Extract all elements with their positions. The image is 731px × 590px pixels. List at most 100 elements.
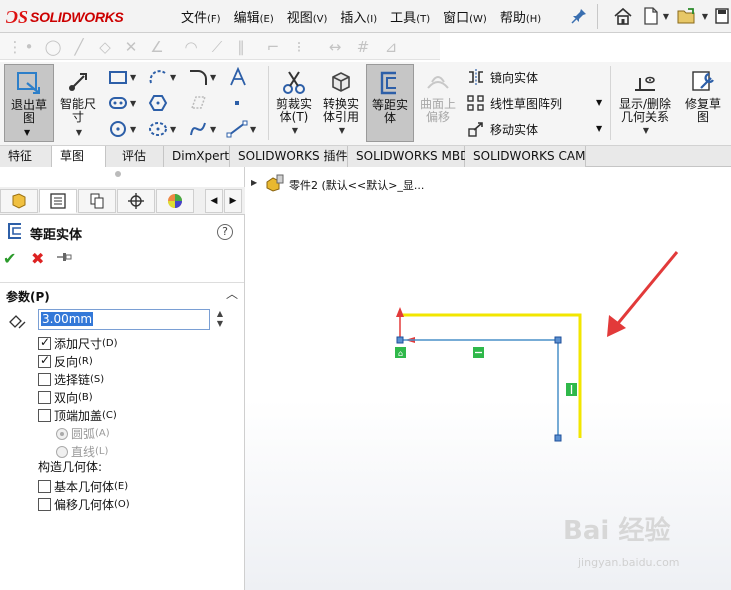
base-geometry-checkbox[interactable] [38, 480, 51, 493]
exit-sketch-dropdown-icon[interactable]: ▼ [24, 128, 30, 137]
add-dimensions-checkbox[interactable] [38, 335, 51, 350]
centerline-icon[interactable]: ✕ [122, 38, 140, 56]
rectangle-tool[interactable]: ▼ [108, 66, 136, 88]
help-icon[interactable]: ? [217, 224, 233, 240]
offset-distance-input[interactable]: 3.00mm [38, 309, 210, 330]
option-bidirectional[interactable]: 双向 (B) [38, 389, 93, 406]
smart-dimension-dropdown-icon[interactable]: ▼ [76, 126, 82, 139]
tab-display-manager[interactable] [156, 189, 194, 213]
convert-entities-button[interactable]: 转换实体引用 ▼ [318, 64, 364, 142]
convert-dropdown-icon[interactable]: ▼ [339, 124, 345, 137]
menu-tools[interactable]: 工具(T) [385, 7, 435, 26]
scroll-tabs-right[interactable]: ▶ [224, 189, 242, 213]
new-dropdown-icon[interactable]: ▼ [659, 5, 671, 27]
offset-spinner[interactable]: ▲ ▼ [214, 309, 226, 331]
option-select-chain[interactable]: 选择链 (S) [38, 371, 104, 388]
scroll-tabs-left[interactable]: ◀ [205, 189, 223, 213]
tangent-line-icon[interactable]: ⟋ [208, 38, 226, 56]
tab-configuration-manager[interactable] [78, 189, 116, 213]
slot-tool[interactable]: ▼ [108, 92, 136, 114]
line-icon[interactable]: ╱ [70, 38, 88, 56]
cap-line-radio[interactable] [56, 445, 68, 458]
circle-icon[interactable]: ◯ [44, 38, 62, 56]
construction-icon[interactable]: ⁝ [290, 38, 308, 56]
move-dropdown-icon[interactable]: ▼ [596, 124, 602, 133]
panel-resize-grip[interactable] [115, 171, 121, 177]
option-add-dimensions[interactable]: 添加尺寸(D) [38, 335, 118, 352]
menu-window[interactable]: 窗口(W) [438, 7, 492, 26]
tab-feature-tree[interactable] [0, 189, 38, 213]
text-tool[interactable] [228, 66, 248, 88]
angle-dim-icon[interactable]: ⊿ [382, 38, 400, 56]
home-icon[interactable] [612, 5, 634, 27]
bidirectional-checkbox[interactable] [38, 391, 51, 404]
save-icon[interactable] [714, 5, 730, 27]
trim-dropdown-icon[interactable]: ▼ [292, 124, 298, 137]
menu-file[interactable]: 文件(F) [176, 7, 226, 26]
open-folder-icon[interactable] [676, 5, 698, 27]
arc-tool[interactable]: ▼ [148, 66, 176, 88]
point-icon[interactable]: • [20, 38, 38, 56]
sketch-corner-point[interactable] [554, 336, 562, 344]
show-delete-relations-button[interactable]: 显示/删除几何关系 ▼ [614, 64, 676, 142]
sketch-endpoint[interactable] [554, 434, 562, 442]
spline-tool[interactable]: ▼ [188, 118, 216, 140]
pin-menu-icon[interactable] [570, 7, 588, 25]
cancel-button[interactable]: ✖ [31, 249, 44, 268]
polygon-icon[interactable]: ◇ [96, 38, 114, 56]
option-cap-ends[interactable]: 顶端加盖 (C) [38, 407, 117, 424]
point-tool[interactable] [230, 92, 244, 114]
option-base-geometry[interactable]: 基本几何体 (E) [38, 478, 128, 495]
graphics-area[interactable]: ▶ 零件2 (默认<<默认>_显... ⌂ Bai 经验 jingyan.bai… [245, 167, 731, 590]
dimension-icon[interactable]: ↔ [326, 38, 344, 56]
reverse-checkbox[interactable] [38, 353, 51, 368]
smart-dimension-button[interactable]: 智能尺寸 ▼ [56, 64, 100, 142]
linear-pattern-button[interactable]: 线性草图阵列 [466, 92, 562, 114]
menu-edit[interactable]: 编辑(E) [229, 7, 279, 26]
polygon-tool[interactable] [148, 92, 168, 114]
offset-geometry-checkbox[interactable] [38, 498, 51, 511]
menu-help[interactable]: 帮助(H) [495, 7, 546, 26]
open-dropdown-icon[interactable]: ▼ [698, 5, 710, 27]
menu-insert[interactable]: 插入(I) [335, 7, 382, 26]
circle-tool[interactable]: ▼ [108, 118, 136, 140]
collapse-chevron-icon[interactable]: ︿ [226, 285, 238, 302]
tab-cam[interactable]: SOLIDWORKS CAM [465, 146, 586, 167]
parameters-section-header[interactable]: 参数(P) ︿ [0, 282, 244, 304]
ok-button[interactable]: ✔ [3, 249, 16, 268]
offset-entities-button[interactable]: 等距实体 [366, 64, 414, 142]
menu-view[interactable]: 视图(V) [282, 7, 333, 26]
line-tool[interactable]: ▼ [226, 118, 256, 140]
offset-on-surface-button[interactable]: 曲面上偏移 [416, 64, 460, 142]
cap-arc-radio[interactable] [56, 427, 68, 440]
repair-sketch-button[interactable]: 修复草图 [680, 64, 726, 142]
tab-mbd[interactable]: SOLIDWORKS MBD [348, 146, 469, 167]
pushpin-icon[interactable] [56, 251, 72, 266]
sketch-endpoint[interactable] [396, 336, 404, 344]
option-offset-geometry[interactable]: 偏移几何体 (O) [38, 496, 130, 513]
option-cap-arc[interactable]: 圆弧 (A) [56, 425, 110, 442]
tab-features[interactable]: 特征 [0, 146, 52, 167]
ellipse-tool[interactable]: ▼ [148, 118, 176, 140]
tab-dimxpert-manager[interactable] [117, 189, 155, 213]
relations-dropdown-icon[interactable]: ▼ [643, 124, 649, 137]
sketch-fillet-tool[interactable]: ▼ [188, 66, 216, 88]
tab-evaluate[interactable]: 评估 [106, 146, 164, 167]
tab-dimxpert[interactable]: DimXpert [164, 146, 230, 167]
corner-rect-icon[interactable]: ⌐ [264, 38, 282, 56]
move-entities-button[interactable]: 移动实体 [466, 118, 538, 140]
plane-tool[interactable] [188, 92, 208, 114]
cap-ends-checkbox[interactable] [38, 409, 51, 422]
linear-pattern-dropdown-icon[interactable]: ▼ [596, 98, 602, 107]
option-reverse[interactable]: 反向(R) [38, 353, 93, 370]
tab-sketch[interactable]: 草图 [52, 146, 106, 167]
angle-icon[interactable]: ∠ [148, 38, 166, 56]
tab-addins[interactable]: SOLIDWORKS 插件 [230, 146, 348, 167]
grid-icon[interactable]: # [354, 38, 372, 56]
fillet-icon[interactable]: ◠ [182, 38, 200, 56]
mirror-entities-button[interactable]: 镜向实体 [466, 66, 538, 88]
tab-property-manager[interactable] [39, 189, 77, 213]
parallel-icon[interactable]: ∥ [232, 38, 250, 56]
select-chain-checkbox[interactable] [38, 373, 51, 386]
trim-entities-button[interactable]: 剪裁实体(T) ▼ [272, 64, 316, 142]
